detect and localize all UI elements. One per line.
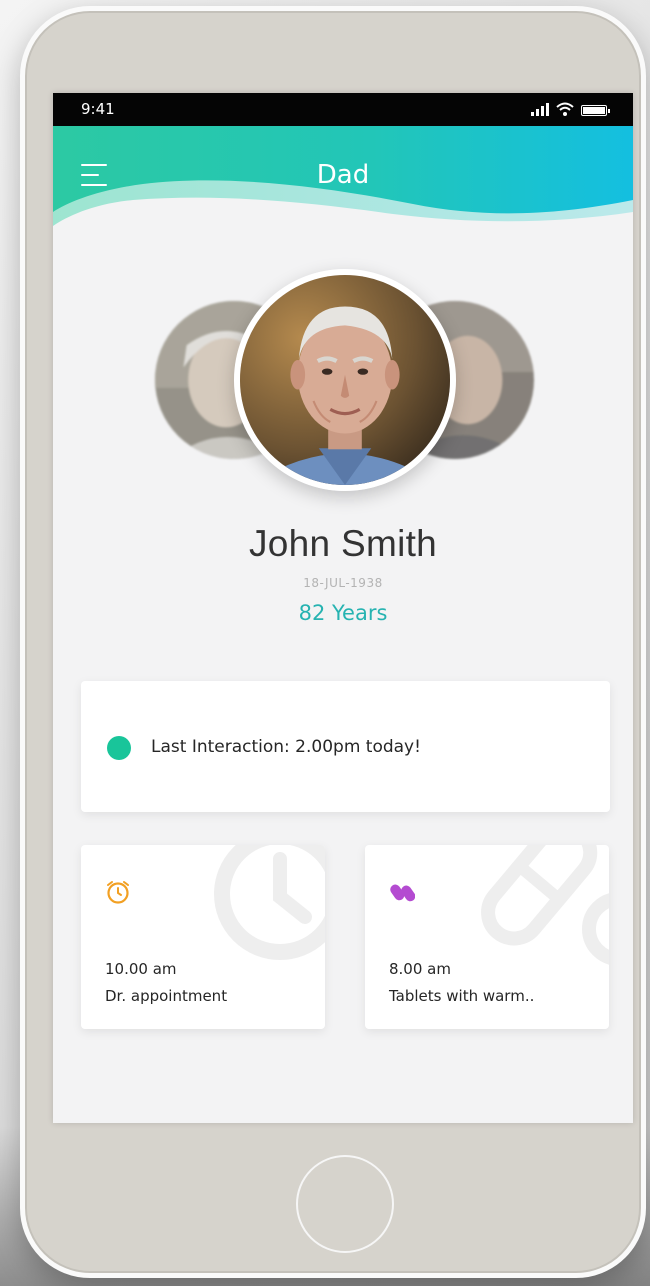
phone-screen: 9:41 Dad John Smith 18-JUL-1938 82 Years… (53, 93, 633, 1123)
reminder-description: Dr. appointment (105, 987, 228, 1005)
reminder-description: Tablets with warm.. (389, 987, 535, 1005)
status-icons (531, 102, 610, 116)
status-bar: 9:41 (53, 93, 633, 126)
profile-name: John Smith (248, 523, 438, 564)
clock-watermark-icon (214, 845, 325, 960)
wifi-icon (556, 102, 574, 116)
pill-watermark-icon (481, 845, 609, 965)
battery-icon (581, 105, 610, 116)
reminder-time: 8.00 am (389, 960, 451, 978)
profile-dob: 18-JUL-1938 (303, 576, 383, 590)
app-header: Dad (53, 126, 633, 236)
reminder-card-medication[interactable]: 8.00 am Tablets with warm.. (365, 845, 609, 1029)
clock-icon (107, 881, 129, 904)
last-interaction-card[interactable]: Last Interaction: 2.00pm today! (81, 681, 610, 812)
reminder-time: 10.00 am (105, 960, 177, 978)
reminder-card-appointment[interactable]: 10.00 am Dr. appointment (81, 845, 325, 1029)
status-time: 9:41 (81, 100, 115, 118)
signal-icon (531, 103, 549, 116)
home-button[interactable] (296, 1155, 394, 1253)
pill-icon (390, 884, 415, 902)
avatar-profile-photo[interactable] (234, 269, 456, 491)
last-interaction-text: Last Interaction: 2.00pm today! (151, 737, 421, 757)
profile-age: 82 Years (298, 601, 388, 625)
header-title: Dad (316, 160, 370, 190)
status-dot (107, 736, 131, 760)
